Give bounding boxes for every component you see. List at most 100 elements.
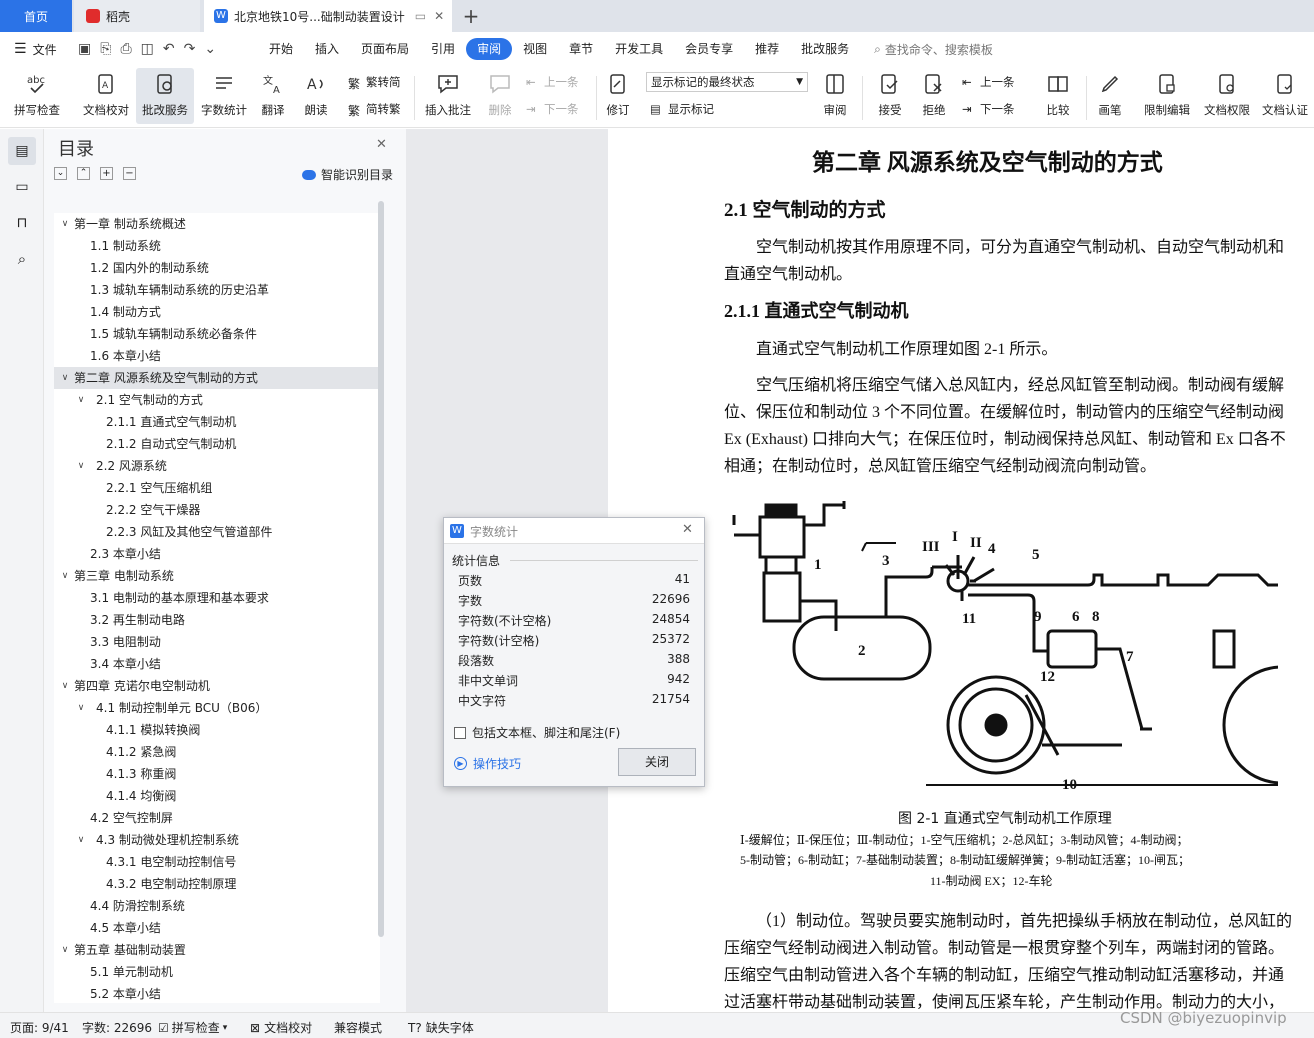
print-icon[interactable]: ⎙ <box>120 41 131 57</box>
find-icon[interactable]: ⌕ <box>8 245 36 273</box>
menu-tab-0[interactable]: 开始 <box>258 38 304 60</box>
redo-icon[interactable]: ↷ <box>184 41 196 57</box>
delete-comment-button[interactable]: 删除 <box>480 68 520 124</box>
status-word-count[interactable]: 字数: 22696 <box>82 1019 152 1036</box>
toc-item[interactable]: ∨ 2.1 空气制动的方式 <box>54 389 380 411</box>
toc-item[interactable]: 2.1.1 直通式空气制动机 <box>54 411 380 433</box>
pen-button[interactable]: 画笔 <box>1092 68 1128 124</box>
status-page[interactable]: 页面: 9/41 <box>10 1019 69 1036</box>
collapse-all-icon[interactable]: ⌄ <box>54 167 67 180</box>
doc-proof-button[interactable]: A 文档校对 <box>78 68 134 124</box>
include-textbox-checkbox[interactable]: 包括文本框、脚注和尾注(F) <box>454 724 620 741</box>
toc-item[interactable]: 1.3 城轨车辆制动系统的历史沿革 <box>54 279 380 301</box>
prev-comment-button[interactable]: ⇤ 上一条 <box>526 74 579 90</box>
dialog-close-button[interactable]: 关闭 <box>618 748 696 776</box>
markup-state-select[interactable]: 显示标记的最终状态 ▼ <box>646 72 808 92</box>
toc-item[interactable]: 2.2.2 空气干燥器 <box>54 499 380 521</box>
spellcheck-button[interactable]: abc 拼写检查 <box>8 68 66 124</box>
next-change-button[interactable]: ⇥ 下一条 <box>962 101 1015 117</box>
command-search[interactable]: ⌕ 查找命令、搜索模板 <box>874 41 993 58</box>
toc-item[interactable]: 4.1.2 紧急阀 <box>54 741 380 763</box>
toc-item[interactable]: 5.2 本章小结 <box>54 983 380 1003</box>
toc-item[interactable]: 3.3 电阻制动 <box>54 631 380 653</box>
toc-item[interactable]: 1.5 城轨车辆制动系统必备条件 <box>54 323 380 345</box>
chevron-down-icon[interactable]: ∨ <box>60 565 70 587</box>
toc-item[interactable]: 1.1 制动系统 <box>54 235 380 257</box>
doc-cert-button[interactable]: 文档认证 <box>1258 68 1312 124</box>
show-markup-button[interactable]: ▤ 显示标记 <box>650 101 714 117</box>
preview-icon[interactable]: ◫ <box>141 41 154 57</box>
revise-button[interactable]: 修订 <box>600 68 636 124</box>
toc-item[interactable]: 4.1.4 均衡阀 <box>54 785 380 807</box>
chevron-down-icon[interactable]: ∨ <box>60 213 70 235</box>
toc-item[interactable]: 4.2 空气控制屏 <box>54 807 380 829</box>
toc-item[interactable]: 3.2 再生制动电路 <box>54 609 380 631</box>
dialog-close-icon[interactable]: ✕ <box>682 522 693 537</box>
accept-button[interactable]: 接受 <box>870 68 910 124</box>
prev-change-button[interactable]: ⇤ 上一条 <box>962 74 1015 90</box>
export-icon[interactable]: ⎘ <box>100 41 111 57</box>
chevron-down-icon[interactable]: ∨ <box>76 389 86 411</box>
translate-button[interactable]: 文A 翻译 <box>254 68 292 124</box>
toc-item[interactable]: 4.3.2 电空制动控制原理 <box>54 873 380 895</box>
tips-link[interactable]: ▶ 操作技巧 <box>454 755 521 772</box>
menu-tab-6[interactable]: 章节 <box>558 38 604 60</box>
toc-item[interactable]: 5.1 单元制动机 <box>54 961 380 983</box>
menu-tab-7[interactable]: 开发工具 <box>604 38 674 60</box>
file-menu[interactable]: ☰ 文件 <box>0 41 70 58</box>
review-pane-button[interactable]: 审阅 <box>816 68 854 124</box>
remove-level-icon[interactable]: − <box>123 167 136 180</box>
monitor-icon[interactable]: ▭ <box>415 9 426 23</box>
insert-comment-button[interactable]: 插入批注 <box>420 68 476 124</box>
toc-item[interactable]: 2.1.2 自动式空气制动机 <box>54 433 380 455</box>
save-icon[interactable]: ▣ <box>78 41 91 57</box>
toc-item[interactable]: ∨ 第四章 克诺尔电空制动机 <box>54 675 380 697</box>
toc-item[interactable]: 3.1 电制动的基本原理和基本要求 <box>54 587 380 609</box>
toc-item[interactable]: 1.6 本章小结 <box>54 345 380 367</box>
toc-icon[interactable]: ▤ <box>8 137 36 165</box>
document-page[interactable]: 第二章 风源系统及空气制动的方式 2.1 空气制动的方式 空气制动机按其作用原理… <box>608 129 1314 1012</box>
toc-item[interactable]: 4.1.1 模拟转换阀 <box>54 719 380 741</box>
chevron-down-icon[interactable]: ∨ <box>60 367 70 389</box>
status-proof[interactable]: ⊠ 文档校对 <box>250 1019 312 1036</box>
bookmark-icon[interactable]: ⊓ <box>8 209 36 237</box>
toc-item[interactable]: ∨ 4.3 制动微处理机控制系统 <box>54 829 380 851</box>
menu-tab-2[interactable]: 页面布局 <box>350 38 420 60</box>
expand-up-icon[interactable]: ⌃ <box>77 167 90 180</box>
toc-item[interactable]: ∨ 第五章 基础制动装置 <box>54 939 380 961</box>
more-icon[interactable]: ⌄ <box>204 41 216 57</box>
doc-permission-button[interactable]: 文档权限 <box>1200 68 1254 124</box>
next-comment-button[interactable]: ⇥ 下一条 <box>526 101 579 117</box>
menu-tab-1[interactable]: 插入 <box>304 38 350 60</box>
toc-item[interactable]: 2.2.1 空气压缩机组 <box>54 477 380 499</box>
toc-item[interactable]: 1.4 制动方式 <box>54 301 380 323</box>
status-missing-font[interactable]: T? 缺失字体 <box>408 1019 474 1036</box>
menu-tab-9[interactable]: 推荐 <box>744 38 790 60</box>
toc-item[interactable]: 4.5 本章小结 <box>54 917 380 939</box>
toc-item[interactable]: 4.3.1 电空制动控制信号 <box>54 851 380 873</box>
add-level-icon[interactable]: + <box>100 167 113 180</box>
correction-service-button[interactable]: 批改服务 <box>136 68 194 124</box>
toc-item[interactable]: 2.3 本章小结 <box>54 543 380 565</box>
status-spellcheck[interactable]: ☑ 拼写检查 ▾ <box>158 1019 227 1036</box>
chevron-down-icon[interactable]: ∨ <box>76 829 86 851</box>
menu-tab-8[interactable]: 会员专享 <box>674 38 744 60</box>
toc-item[interactable]: 2.2.3 风缸及其他空气管道部件 <box>54 521 380 543</box>
reject-button[interactable]: 拒绝 <box>914 68 954 124</box>
chevron-down-icon[interactable]: ∨ <box>76 455 86 477</box>
toc-item[interactable]: ∨ 2.2 风源系统 <box>54 455 380 477</box>
menu-tab-5[interactable]: 视图 <box>512 38 558 60</box>
chevron-down-icon[interactable]: ∨ <box>76 697 86 719</box>
toc-item[interactable]: ∨ 4.1 制动控制单元 BCU（B06） <box>54 697 380 719</box>
toc-item[interactable]: 1.2 国内外的制动系统 <box>54 257 380 279</box>
simp-to-trad-button[interactable]: 繁简转繁 <box>348 101 401 118</box>
read-aloud-button[interactable]: A 朗读 <box>298 68 334 124</box>
undo-icon[interactable]: ↶ <box>163 41 175 57</box>
new-tab-button[interactable]: + <box>456 0 486 32</box>
tab-daoke[interactable]: 稻壳 <box>74 0 200 32</box>
compare-button[interactable]: 比较 <box>1038 68 1078 124</box>
word-count-button[interactable]: 字数统计 <box>198 68 250 124</box>
trad-to-simp-button[interactable]: 繁繁转简 <box>348 74 401 91</box>
close-tab-icon[interactable]: ✕ <box>434 9 444 23</box>
toc-item[interactable]: 3.4 本章小结 <box>54 653 380 675</box>
